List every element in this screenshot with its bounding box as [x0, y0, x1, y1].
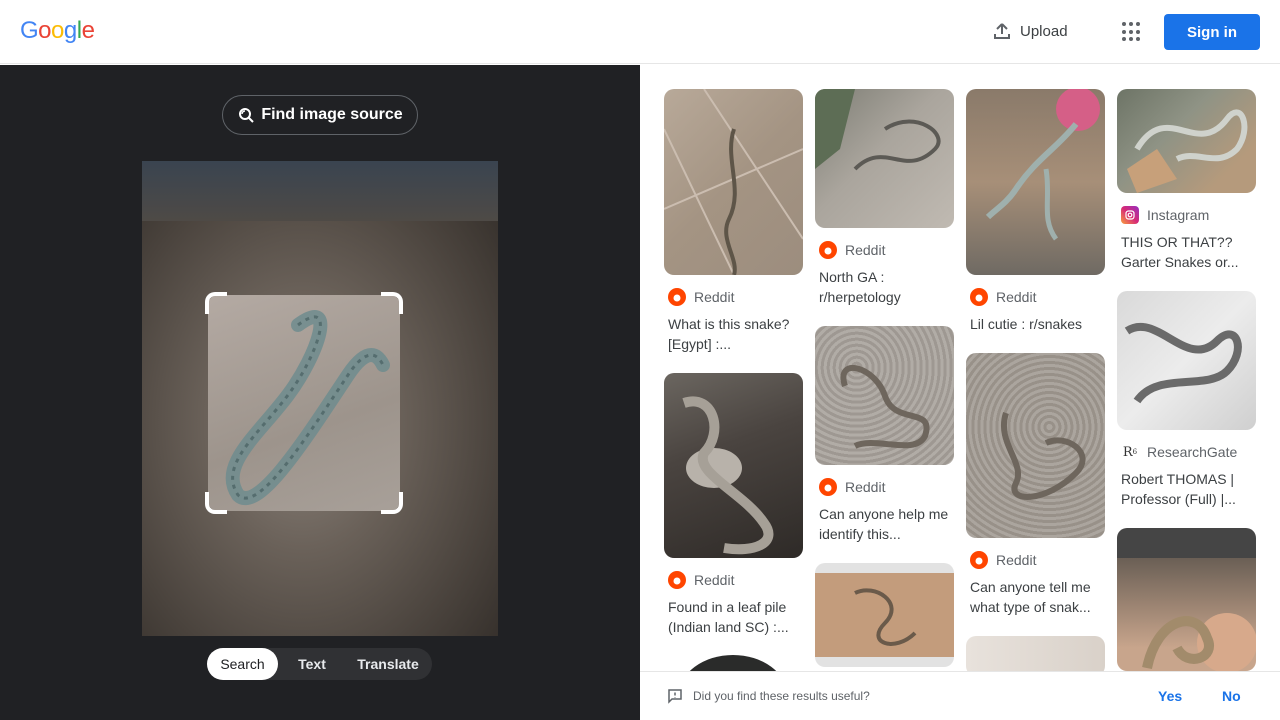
result-source: Reddit — [668, 288, 803, 306]
result-card[interactable]: Reddit What is this snake? [Egypt] :... — [664, 89, 803, 354]
feedback-question: Did you find these results useful? — [693, 689, 870, 703]
apps-grid-icon[interactable] — [1122, 22, 1142, 42]
lens-search-icon — [239, 108, 255, 123]
result-card[interactable] — [966, 636, 1105, 671]
result-title[interactable]: What is this snake? [Egypt] :... — [668, 314, 802, 354]
google-logo[interactable]: Google — [20, 17, 95, 45]
result-source: Instagram — [1121, 206, 1256, 224]
result-source: Reddit — [819, 478, 954, 496]
result-thumbnail[interactable] — [664, 373, 803, 558]
result-thumbnail[interactable] — [966, 89, 1105, 275]
result-source-name: Reddit — [694, 572, 735, 588]
reddit-icon — [668, 288, 686, 306]
feedback-icon — [668, 689, 682, 704]
result-card[interactable] — [664, 655, 803, 671]
result-source: Reddit — [970, 551, 1105, 569]
crop-handle-top-left[interactable] — [205, 292, 227, 314]
result-thumbnail[interactable] — [1117, 89, 1256, 193]
result-title[interactable]: THIS OR THAT?? Garter Snakes or... — [1121, 232, 1255, 272]
reddit-icon — [668, 571, 686, 589]
mode-translate-tab[interactable]: Translate — [347, 648, 429, 680]
reddit-icon — [819, 241, 837, 259]
result-card[interactable]: Instagram THIS OR THAT?? Garter Snakes o… — [1117, 89, 1256, 272]
result-card[interactable]: Reddit North GA : r/herpetology — [815, 89, 954, 307]
result-thumbnail[interactable] — [815, 326, 954, 465]
lens-image-panel: Find image source Search Text Translate — [0, 65, 640, 720]
result-title[interactable]: North GA : r/herpetology — [819, 267, 953, 307]
reddit-icon — [970, 288, 988, 306]
result-card[interactable] — [815, 563, 954, 667]
result-thumbnail[interactable] — [966, 353, 1105, 538]
result-source-name: ResearchGate — [1147, 444, 1238, 460]
result-source-name: Reddit — [996, 289, 1037, 305]
result-thumbnail[interactable] — [664, 89, 803, 275]
result-thumbnail[interactable] — [966, 636, 1105, 671]
uploaded-image — [142, 161, 498, 636]
logo-letter: G — [20, 17, 39, 44]
visual-matches: Reddit What is this snake? [Egypt] :... … — [640, 65, 1280, 671]
instagram-icon — [1121, 206, 1139, 224]
logo-letter: e — [81, 17, 95, 44]
feedback-no-button[interactable]: No — [1222, 688, 1241, 704]
logo-letter: g — [63, 17, 77, 44]
find-image-source-button[interactable]: Find image source — [222, 95, 418, 135]
result-thumbnail[interactable] — [664, 655, 803, 671]
result-source: R6 ResearchGate — [1121, 443, 1256, 461]
result-source: Reddit — [819, 241, 954, 259]
reddit-icon — [819, 478, 837, 496]
result-thumbnail[interactable] — [815, 89, 954, 228]
result-thumbnail[interactable] — [1117, 528, 1256, 671]
top-bar: Google Upload Sign in — [0, 0, 1280, 64]
result-card[interactable] — [1117, 528, 1256, 671]
upload-icon — [994, 23, 1010, 39]
find-image-source-label: Find image source — [261, 106, 403, 123]
result-source-name: Reddit — [996, 552, 1037, 568]
logo-letter: o — [38, 17, 52, 44]
result-source: Reddit — [668, 571, 803, 589]
result-thumbnail[interactable] — [815, 563, 954, 667]
result-source-name: Reddit — [694, 289, 735, 305]
result-source: Reddit — [970, 288, 1105, 306]
feedback-bar: Did you find these results useful? Yes N… — [640, 671, 1280, 720]
upload-button[interactable]: Upload — [992, 21, 1068, 41]
crop-handle-bottom-right[interactable] — [381, 492, 403, 514]
result-thumbnail[interactable] — [1117, 291, 1256, 430]
researchgate-icon: R6 — [1122, 444, 1138, 460]
result-card[interactable]: R6 ResearchGate Robert THOMAS | Professo… — [1117, 291, 1256, 509]
sign-in-button[interactable]: Sign in — [1164, 14, 1260, 50]
result-title[interactable]: Found in a leaf pile (Indian land SC) :.… — [668, 597, 802, 637]
result-card[interactable]: Reddit Can anyone help me identify this.… — [815, 326, 954, 544]
result-card[interactable]: Reddit Lil cutie : r/snakes — [966, 89, 1105, 334]
crop-handle-top-right[interactable] — [381, 292, 403, 314]
mode-text-tab[interactable]: Text — [283, 648, 341, 680]
result-source-name: Instagram — [1147, 207, 1210, 223]
mode-search-tab[interactable]: Search — [207, 648, 278, 680]
result-title[interactable]: Robert THOMAS | Professor (Full) |... — [1121, 469, 1255, 509]
reddit-icon — [970, 551, 988, 569]
result-source-name: Reddit — [845, 242, 886, 258]
result-card[interactable]: Reddit Found in a leaf pile (Indian land… — [664, 373, 803, 637]
lens-mode-switcher: Search Text Translate — [207, 648, 432, 680]
feedback-yes-button[interactable]: Yes — [1158, 688, 1182, 704]
result-title[interactable]: Can anyone help me identify this... — [819, 504, 953, 544]
upload-label: Upload — [1020, 22, 1068, 40]
result-title[interactable]: Can anyone tell me what type of snak... — [970, 577, 1104, 617]
result-source-name: Reddit — [845, 479, 886, 495]
logo-letter: o — [51, 17, 64, 44]
result-card[interactable]: Reddit Can anyone tell me what type of s… — [966, 353, 1105, 617]
crop-selection[interactable] — [208, 295, 400, 511]
result-title[interactable]: Lil cutie : r/snakes — [970, 314, 1104, 334]
crop-handle-bottom-left[interactable] — [205, 492, 227, 514]
